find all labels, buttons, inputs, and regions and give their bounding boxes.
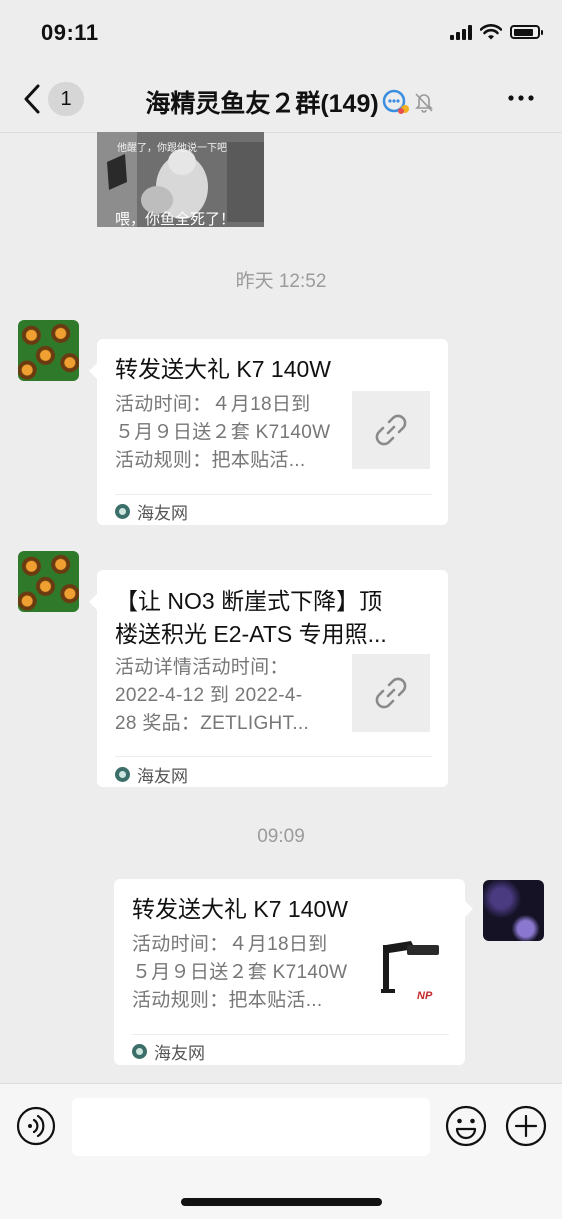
more-options-icon[interactable] [506,88,536,108]
product-brand-label: NP [417,990,433,1002]
mute-bell-icon [414,93,433,113]
link-card-desc-line: 活动时间：４月18日到 [115,394,311,415]
link-thumbnail [352,654,430,732]
link-card-desc-line: ５月９日送２套 K7140W [132,962,348,983]
avatar[interactable] [18,551,79,612]
link-source-name: 海友网 [154,1044,205,1063]
link-card-message[interactable]: 【让 NO3 断崖式下降】顶 楼送积光 E2-ATS 专用照... 活动详情活动… [89,570,448,787]
status-bar: 09:11 [0,0,562,66]
emoji-icon[interactable] [445,1105,487,1147]
chat-title-text: 海精灵鱼友２群(149) [145,90,379,118]
link-card-desc-line: 活动时间：４月18日到 [132,934,328,955]
timestamp: 昨天 12:52 [235,271,327,292]
timestamp: 09:09 [257,826,305,847]
status-time: 09:11 [41,20,99,45]
link-card-title-line: 【让 NO3 断崖式下降】顶 [115,588,383,614]
link-source: 海友网 [115,762,188,787]
cellular-signal-icon [450,24,472,40]
status-icons [450,24,543,40]
card-divider [132,1034,449,1035]
wifi-icon [480,24,502,40]
chat-header: 1 海精灵鱼友２群(149) [0,66,562,133]
link-card-desc-line: 2022-4-12 到 2022-4- [115,685,303,706]
home-indicator [181,1198,382,1206]
link-card-message[interactable]: 转发送大礼 K7 140W 活动时间：４月18日到 ５月９日送２套 K7140W… [114,879,473,1065]
link-card-desc-line: 活动详情活动时间： [115,657,289,678]
link-card-title-line: 楼送积光 E2-ATS 专用照... [115,621,387,647]
link-source-name: 海友网 [137,504,188,523]
link-card-message[interactable]: 转发送大礼 K7 140W 活动时间：４月18日到 ５月９日送２套 K7140W… [89,339,448,525]
meme-caption-bottom: 喂，你鱼全死了！ [115,211,236,227]
battery-icon [510,25,543,39]
link-source-name: 海友网 [137,767,188,786]
card-divider [115,494,432,495]
my-avatar[interactable] [483,880,544,941]
meme-image-message[interactable]: 他醒了，你跟他说一下吧 喂，你鱼全死了！ [97,132,264,227]
link-card-title: 转发送大礼 K7 140W [132,896,348,922]
chat-title: 海精灵鱼友２群(149) [0,84,562,120]
card-divider [115,756,432,757]
link-thumbnail [352,391,430,469]
link-source: 海友网 [115,499,188,524]
source-logo-icon [115,767,130,782]
link-icon [375,414,407,446]
add-more-icon[interactable] [505,1105,547,1147]
link-card-desc-line: ５月９日送２套 K7140W [115,422,331,443]
link-icon [375,677,407,709]
link-card-desc-line: 活动规则：把本贴活... [132,990,323,1011]
link-card-title: 转发送大礼 K7 140W [115,356,331,382]
source-logo-icon [132,1044,147,1059]
avatar[interactable] [18,320,79,381]
product-thumbnail: NP [371,931,449,1009]
group-chat-icon [382,89,409,114]
voice-input-icon[interactable] [16,1106,56,1146]
aquarium-light-image: NP [381,941,439,1002]
meme-caption-top: 他醒了，你跟他说一下吧 [117,143,227,154]
source-logo-icon [115,504,130,519]
link-source: 海友网 [132,1039,205,1064]
link-card-desc-line: 活动规则：把本贴活... [115,450,306,471]
link-card-desc-line: 28 奖品：ZETLIGHT... [115,713,310,734]
message-text-field[interactable] [72,1098,430,1156]
